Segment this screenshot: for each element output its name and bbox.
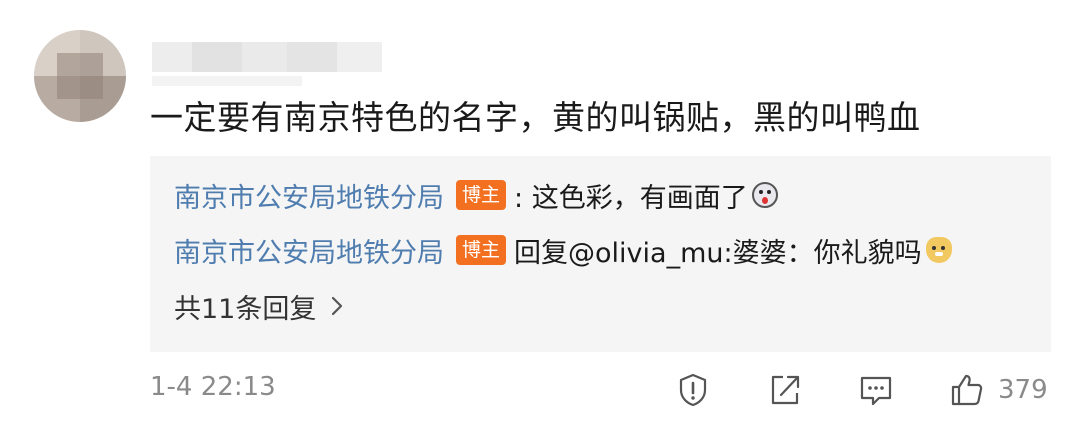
report-button[interactable]	[674, 368, 712, 412]
reply-text: 回复@olivia_mu:婆婆：你礼貌吗	[514, 237, 922, 269]
comment-icon	[860, 376, 892, 406]
reply-text: : 这色彩，有画面了	[514, 182, 748, 214]
report-icon	[679, 373, 707, 407]
author-badge: 博主	[456, 235, 507, 265]
share-button[interactable]	[766, 368, 804, 412]
more-replies-link[interactable]: 共11条回复	[174, 286, 344, 326]
comment-footer: 1-4 22:13 379	[0, 362, 1080, 418]
thumbs-up-icon	[951, 374, 983, 406]
doge-face-icon	[925, 237, 952, 263]
user-meta-blurred	[152, 76, 302, 86]
comment-text: 一定要有南京特色的名字，黄的叫锅贴，黑的叫鸭血	[150, 98, 921, 137]
share-icon	[771, 375, 800, 405]
chevron-right-icon	[332, 296, 343, 316]
author-badge: 博主	[456, 180, 507, 210]
avatar[interactable]	[34, 30, 126, 122]
reply-item[interactable]: 南京市公安局地铁分局 博主 : 这色彩，有画面了	[174, 175, 778, 215]
reply-author-link[interactable]: 南京市公安局地铁分局	[174, 176, 444, 215]
reply-item[interactable]: 南京市公安局地铁分局 博主 回复@olivia_mu:婆婆：你礼貌吗	[174, 230, 952, 270]
comment-card: 一定要有南京特色的名字，黄的叫锅贴，黑的叫鸭血 南京市公安局地铁分局 博主 : …	[0, 0, 1080, 443]
replies-box[interactable]: 南京市公安局地铁分局 博主 : 这色彩，有画面了 南京市公安局地铁分局 博主 回…	[150, 156, 1051, 352]
like-button[interactable]: 379	[948, 368, 1048, 412]
like-count: 379	[998, 375, 1048, 405]
username-blurred[interactable]	[152, 42, 382, 72]
comment-timestamp: 1-4 22:13	[150, 372, 276, 402]
comment-button[interactable]	[857, 368, 895, 412]
more-replies-label: 共11条回复	[174, 293, 317, 325]
shocked-face-icon	[751, 182, 778, 208]
reply-author-link[interactable]: 南京市公安局地铁分局	[174, 231, 444, 270]
